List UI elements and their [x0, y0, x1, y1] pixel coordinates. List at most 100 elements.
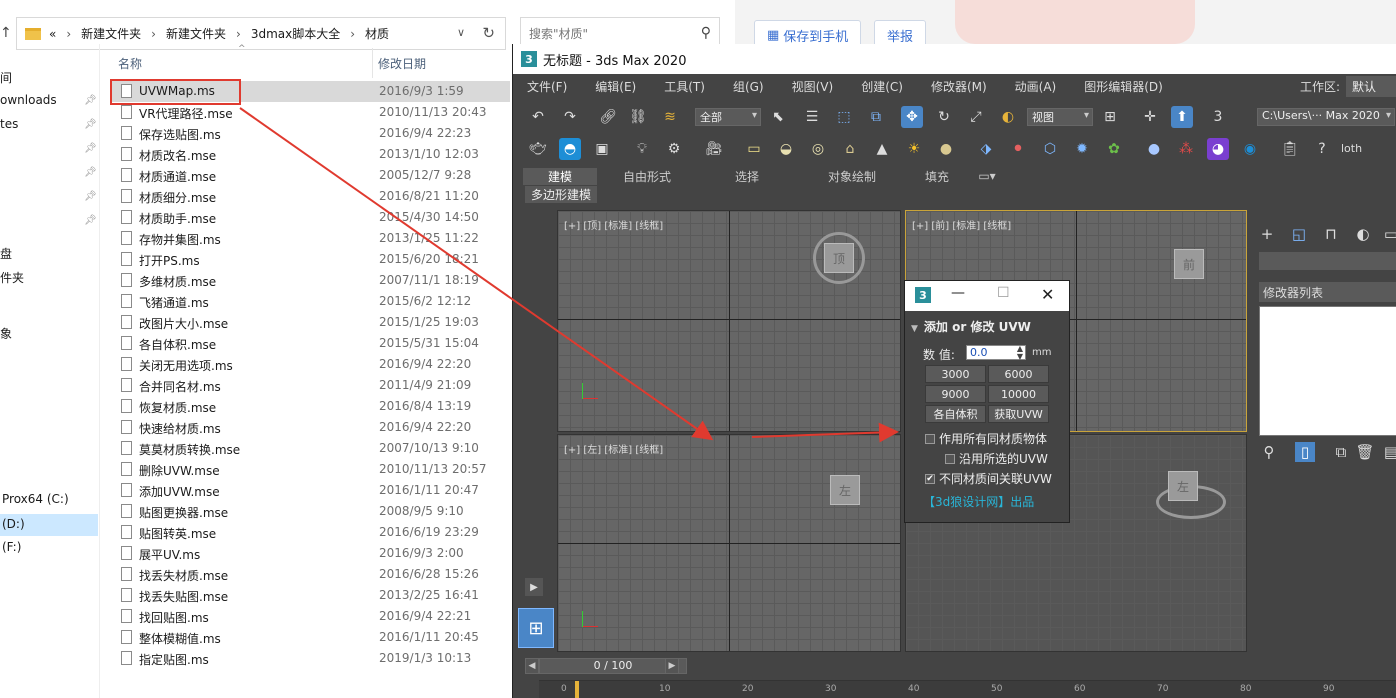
light-lister-icon[interactable]: 💡︎	[631, 138, 653, 160]
cloth-label[interactable]: loth	[1341, 142, 1362, 155]
file-row[interactable]: 保存选贴图.ms 2016/9/4 22:23	[110, 123, 510, 144]
file-row[interactable]: 整体模糊值.ms 2016/1/11 20:45	[110, 627, 510, 648]
nav-item[interactable]: (D:)	[0, 514, 98, 536]
selection-filter-dropdown[interactable]: 全部	[695, 108, 761, 126]
next-frame-icon[interactable]: ▶	[665, 658, 679, 674]
preset-6000-button[interactable]: 6000	[988, 365, 1049, 383]
basket-icon[interactable]: ⌂	[839, 138, 861, 160]
show-end-result-icon[interactable]: ▯	[1295, 442, 1315, 462]
render-frame-icon[interactable]: ▣	[591, 138, 613, 160]
ribbon-options-icon[interactable]: ▭▾	[967, 169, 1007, 183]
geosphere-icon[interactable]: ⬡	[1039, 138, 1061, 160]
checkbox-box[interactable]	[945, 453, 955, 464]
menu-file[interactable]: 文件(F)	[527, 78, 567, 95]
select-manipulate-icon[interactable]: ✛	[1139, 106, 1161, 128]
search-icon[interactable]: ⚲	[701, 25, 711, 41]
link-icon[interactable]: 🔗︎	[597, 106, 619, 128]
modify-tab-icon[interactable]: ◱	[1289, 224, 1309, 244]
breadcrumb-item[interactable]: 3dmax脚本大全	[251, 25, 340, 42]
gear-icon[interactable]: ✹	[1071, 138, 1093, 160]
column-divider[interactable]	[372, 48, 373, 78]
render-setup-icon[interactable]: ⚙	[663, 138, 685, 160]
file-row[interactable]: 材质细分.mse 2016/8/21 11:20	[110, 186, 510, 207]
time-cursor[interactable]	[575, 681, 579, 698]
tab-selection[interactable]: 选择	[697, 168, 797, 185]
teapot-icon[interactable]: 🫖︎	[527, 138, 549, 160]
menu-view[interactable]: 视图(V)	[792, 78, 834, 95]
create-tab-icon[interactable]: +	[1257, 224, 1277, 244]
display-tab-icon[interactable]: ▭	[1381, 224, 1396, 244]
glass-sphere-icon[interactable]: ●	[1143, 138, 1165, 160]
project-path-dropdown[interactable]: C:\Users\··· Max 2020	[1257, 108, 1395, 126]
pin-stack-icon[interactable]: ⚲	[1259, 442, 1279, 462]
grid-object-icon[interactable]: ⬗	[975, 138, 997, 160]
hemisphere-icon[interactable]: ◒	[775, 138, 797, 160]
file-row[interactable]: 合并同名材.ms 2011/4/9 21:09	[110, 375, 510, 396]
viewport-label[interactable]: [+] [顶] [标准] [线框]	[564, 217, 663, 232]
object-name-field[interactable]	[1259, 252, 1396, 270]
redo-icon[interactable]: ↷	[559, 106, 581, 128]
pin-icon[interactable]: 📌︎	[84, 95, 97, 106]
use-selected-uvw-checkbox[interactable]: 沿用所选的UVW	[945, 450, 1048, 467]
spinner-arrows-icon[interactable]: ▲ ▼	[1017, 345, 1023, 361]
reference-coord-dropdown[interactable]: 视图	[1027, 108, 1093, 126]
viewport-left[interactable]: [+] [左] [标准] [线框] 左	[557, 434, 901, 652]
breadcrumb-item[interactable]: 新建文件夹	[81, 25, 141, 42]
help-icon[interactable]: ?	[1311, 138, 1333, 160]
scale-icon[interactable]: ⤢	[965, 106, 987, 128]
viewcube[interactable]: 左	[830, 475, 860, 505]
file-row[interactable]: 材质改名.mse 2013/1/10 12:03	[110, 144, 510, 165]
nav-item[interactable]: Prox64 (C:)	[0, 492, 69, 506]
apply-all-same-material-checkbox[interactable]: 作用所有同材质物体	[925, 430, 1047, 447]
pivot-center-icon[interactable]: ⊞	[1099, 106, 1121, 128]
clipboard-icon[interactable]: 📋︎	[1279, 138, 1301, 160]
file-row[interactable]: 删除UVW.mse 2010/11/13 20:57	[110, 459, 510, 480]
motion-tab-icon[interactable]: ◐	[1353, 224, 1373, 244]
preset-3000-button[interactable]: 3000	[925, 365, 986, 383]
file-row[interactable]: 改图片大小.mse 2015/1/25 19:03	[110, 312, 510, 333]
snaps-toggle-icon[interactable]: 3	[1207, 106, 1229, 128]
value-spinner[interactable]: 0.0 ▲ ▼	[966, 345, 1026, 361]
file-row[interactable]: 贴图更换器.mse 2008/9/5 9:10	[110, 501, 510, 522]
viewcube[interactable]: 左	[1168, 471, 1198, 501]
unlink-materials-checkbox[interactable]: ✔ 不同材质间关联UVW	[925, 470, 1052, 487]
scene-explorer-icon[interactable]: ◉	[1239, 138, 1261, 160]
breadcrumb-item[interactable]: 新建文件夹	[166, 25, 226, 42]
viewcube[interactable]: 前	[1174, 249, 1204, 279]
file-row[interactable]: 飞猪通道.ms 2015/6/2 12:12	[110, 291, 510, 312]
window-crossing-icon[interactable]: ⧉	[865, 106, 887, 128]
file-row[interactable]: 找回贴图.ms 2016/9/4 22:21	[110, 606, 510, 627]
hierarchy-tab-icon[interactable]: ⊓	[1321, 224, 1341, 244]
keyboard-shortcut-override-icon[interactable]: ⬆	[1171, 106, 1193, 128]
close-icon[interactable]: ✕	[1041, 285, 1054, 304]
menu-create[interactable]: 创建(C)	[861, 78, 903, 95]
file-row[interactable]: 贴图转英.mse 2016/6/19 23:29	[110, 522, 510, 543]
column-header-date[interactable]: 修改日期	[378, 55, 426, 72]
rotate-icon[interactable]: ↻	[933, 106, 955, 128]
file-row[interactable]: 关闭无用选项.ms 2016/9/4 22:20	[110, 354, 510, 375]
checkmark-icon[interactable]: ✔	[925, 473, 935, 484]
tab-freeform[interactable]: 自由形式	[597, 168, 697, 185]
tab-modeling[interactable]: 建模	[523, 167, 597, 185]
ribbon-polygon-modeling[interactable]: 多边形建模	[525, 186, 598, 203]
collapse-triangle-icon[interactable]: ▼	[911, 324, 918, 334]
file-row[interactable]: 存物并集图.ms 2013/1/25 11:22	[110, 228, 510, 249]
file-row[interactable]: 各自体积.mse 2015/5/31 15:04	[110, 333, 510, 354]
particles-icon[interactable]: ⚫	[1007, 138, 1029, 160]
file-row[interactable]: 指定贴图.ms 2019/1/3 10:13	[110, 648, 510, 669]
nav-item[interactable]: 件夹	[0, 269, 24, 286]
plugin-icon[interactable]: ◕	[1207, 138, 1229, 160]
file-row[interactable]: 材质助手.mse 2015/4/30 14:50	[110, 207, 510, 228]
bind-spacewarp-icon[interactable]: ≋	[659, 106, 681, 128]
nav-item[interactable]: 间	[0, 69, 12, 86]
plane-icon[interactable]: ▭	[743, 138, 765, 160]
viewport-layout-icon[interactable]: ⊞	[518, 608, 554, 648]
move-icon[interactable]: ✥	[901, 106, 923, 128]
viewport-top[interactable]: [+] [顶] [标准] [线框] 顶	[557, 210, 901, 432]
pin-icon[interactable]: 📌︎	[84, 143, 97, 154]
get-uvw-button[interactable]: 获取UVW	[988, 405, 1049, 423]
workspace-selector[interactable]: 工作区: 默认	[1300, 76, 1396, 97]
play-icon[interactable]: ▶	[525, 578, 543, 596]
rollout-header[interactable]: ▼ 添加 or 修改 UVW	[911, 318, 1031, 335]
viewcube[interactable]: 顶	[824, 243, 854, 273]
